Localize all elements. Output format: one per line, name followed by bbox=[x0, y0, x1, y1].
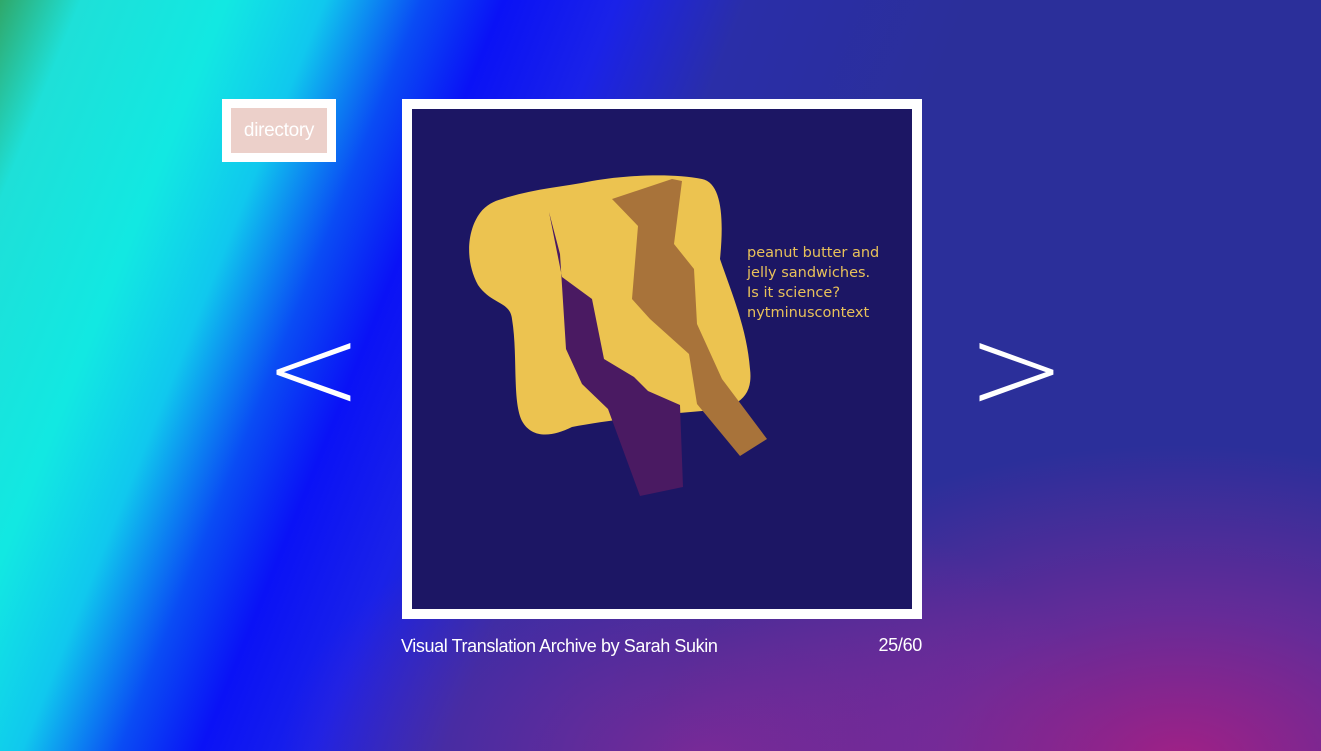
directory-label: directory bbox=[231, 108, 327, 153]
caption-line: Is it science? bbox=[747, 285, 841, 301]
artwork-caption: peanut butter and jelly sandwiches. Is i… bbox=[747, 243, 907, 323]
caption-line: peanut butter and bbox=[747, 245, 880, 261]
directory-button[interactable]: directory bbox=[222, 99, 336, 162]
caption-line: nytminuscontext bbox=[747, 305, 870, 321]
caption-line: jelly sandwiches. bbox=[747, 265, 871, 281]
artwork-frame: peanut butter and jelly sandwiches. Is i… bbox=[402, 99, 922, 619]
archive-title: Visual Translation Archive by Sarah Suki… bbox=[401, 636, 718, 656]
sandwich-illustration bbox=[469, 175, 767, 496]
previous-arrow-icon[interactable]: < bbox=[264, 309, 363, 427]
next-arrow-icon[interactable]: > bbox=[967, 309, 1066, 427]
page-counter: 25/60 bbox=[878, 635, 922, 655]
artwork-image: peanut butter and jelly sandwiches. Is i… bbox=[412, 109, 912, 609]
